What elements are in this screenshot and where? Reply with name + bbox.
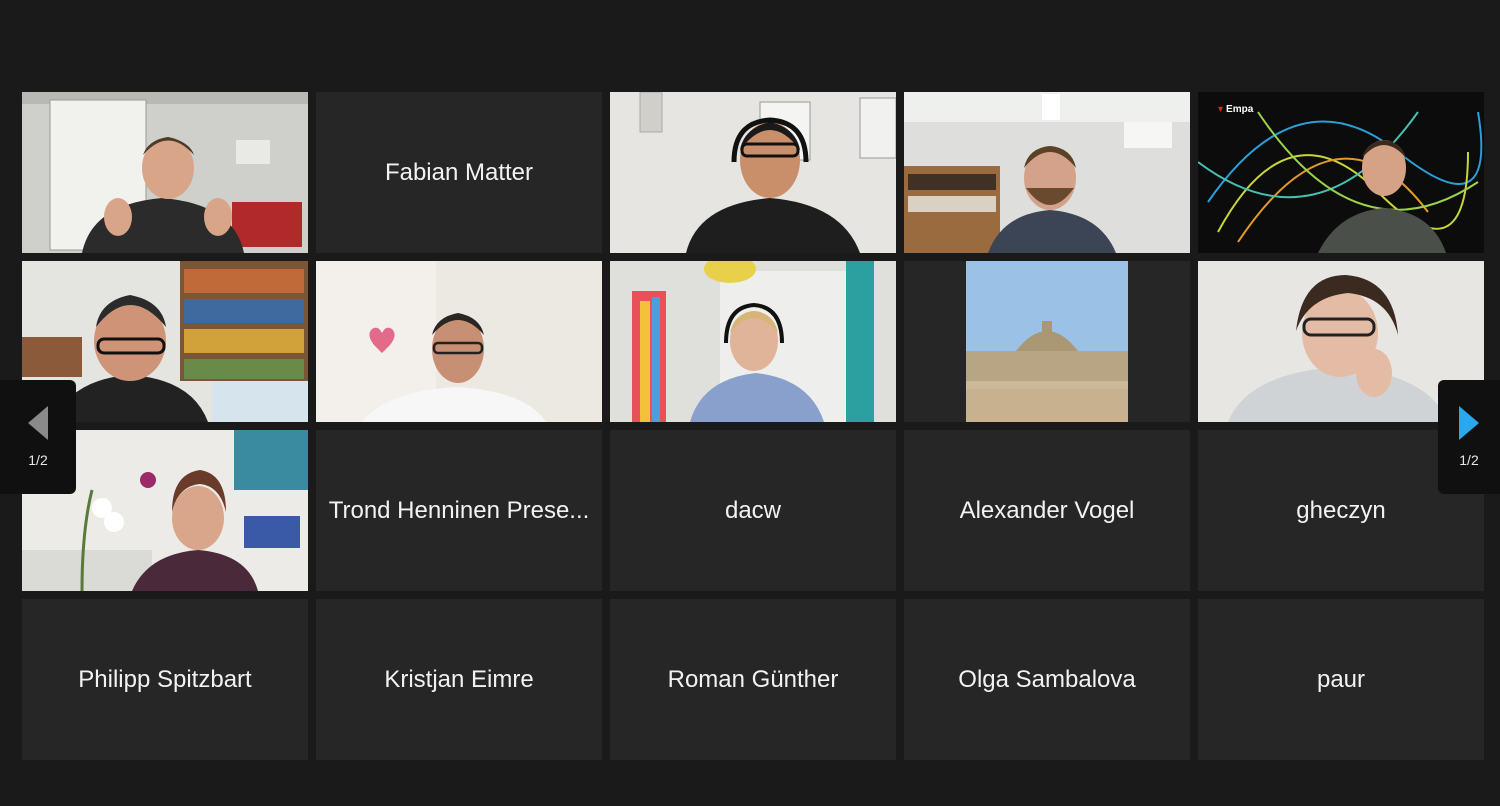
name-tile[interactable]: dacw <box>610 430 896 591</box>
video-feed <box>1198 92 1484 253</box>
video-tile[interactable]: ▾ Empa <box>1198 92 1484 253</box>
video-feed <box>610 92 896 253</box>
empa-logo: ▾ Empa <box>1218 104 1254 115</box>
gallery-grid: Fabian Matter ▾ Empa Trond Henninen Pres… <box>22 92 1488 762</box>
video-tile[interactable] <box>316 261 602 422</box>
page-indicator: 1/2 <box>1459 452 1479 468</box>
name-tile[interactable]: Olga Sambalova <box>904 599 1190 760</box>
participant-name: Roman Günther <box>667 665 839 693</box>
participant-name: Olga Sambalova <box>958 665 1136 693</box>
next-page-button[interactable]: 1/2 <box>1438 380 1500 494</box>
participant-name: Kristjan Eimre <box>384 665 534 693</box>
video-feed <box>610 261 896 422</box>
image-tile[interactable] <box>904 261 1190 422</box>
video-tile[interactable] <box>904 92 1190 253</box>
participant-name: Philipp Spitzbart <box>78 665 252 693</box>
video-tile[interactable] <box>610 92 896 253</box>
building-photo <box>904 261 1190 422</box>
video-feed <box>22 92 308 253</box>
participant-name: Trond Henninen Prese... <box>328 496 590 524</box>
name-tile[interactable]: Kristjan Eimre <box>316 599 602 760</box>
participant-name: Alexander Vogel <box>959 496 1135 524</box>
video-tile[interactable] <box>610 261 896 422</box>
participant-name: gheczyn <box>1296 496 1386 524</box>
participant-name: dacw <box>724 496 782 524</box>
participant-name: paur <box>1316 665 1366 693</box>
name-tile[interactable]: Philipp Spitzbart <box>22 599 308 760</box>
participant-name: Fabian Matter <box>384 158 534 186</box>
name-tile[interactable]: paur <box>1198 599 1484 760</box>
name-tile[interactable]: Trond Henninen Prese... <box>316 430 602 591</box>
video-feed <box>316 261 602 422</box>
chevron-left-icon <box>28 406 48 440</box>
name-tile[interactable]: Roman Günther <box>610 599 896 760</box>
name-tile[interactable]: Fabian Matter <box>316 92 602 253</box>
name-tile[interactable]: Alexander Vogel <box>904 430 1190 591</box>
page-indicator: 1/2 <box>28 452 48 468</box>
chevron-right-icon <box>1459 406 1479 440</box>
video-feed <box>904 92 1190 253</box>
previous-page-button[interactable]: 1/2 <box>0 380 76 494</box>
video-tile-active-speaker[interactable] <box>22 92 308 253</box>
